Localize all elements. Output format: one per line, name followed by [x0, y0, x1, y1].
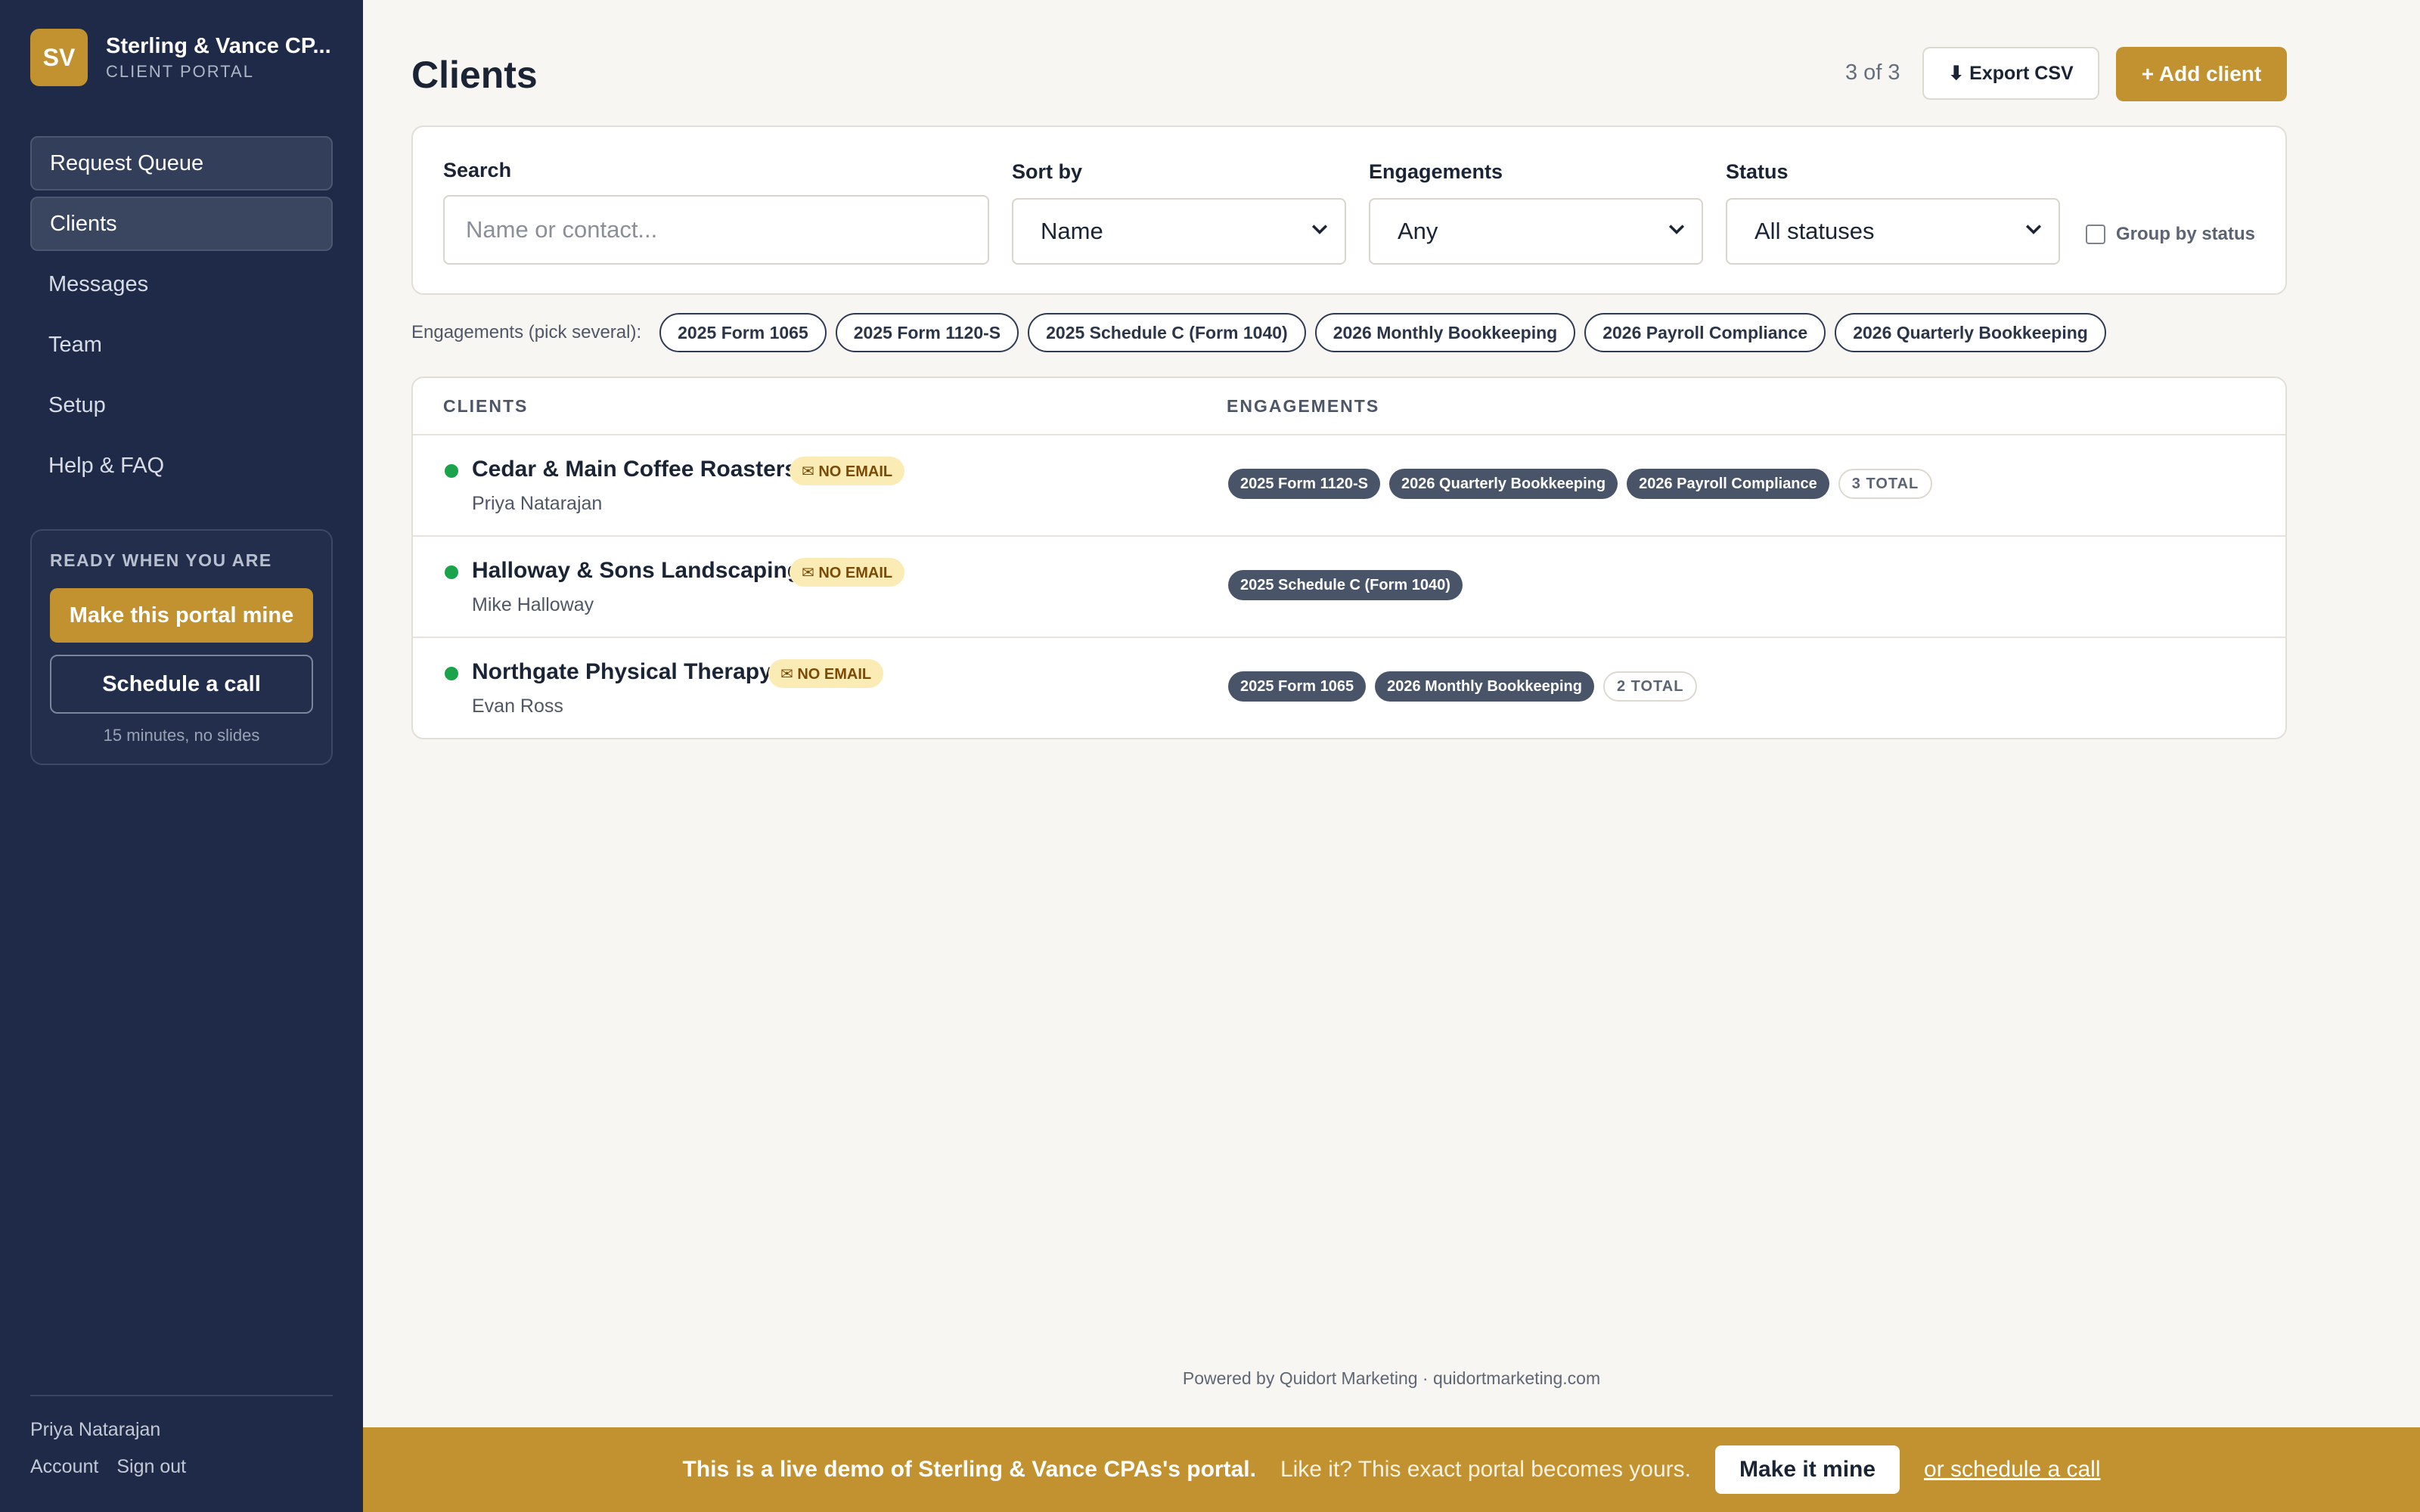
- engagement-tag: 2026 Payroll Compliance: [1627, 469, 1829, 499]
- client-contact: Evan Ross: [472, 696, 563, 717]
- cta-card: READY WHEN YOU ARE Make this portal mine…: [30, 529, 333, 765]
- engagement-filter-chips: Engagements (pick several): 2025 Form 10…: [411, 313, 2106, 352]
- client-name[interactable]: Cedar & Main Coffee Roasters: [472, 457, 797, 482]
- brand-subtitle: CLIENT PORTAL: [106, 61, 254, 81]
- column-header-engagements[interactable]: ENGAGEMENTS: [1227, 396, 1379, 417]
- engagement-chips-label: Engagements (pick several):: [411, 322, 642, 342]
- engagement-chip[interactable]: 2025 Schedule C (Form 1040): [1028, 313, 1306, 352]
- sidebar-item-setup[interactable]: Setup: [30, 378, 333, 432]
- table-row[interactable]: Cedar & Main Coffee Roasters ✉ NO EMAIL …: [413, 435, 2285, 535]
- engagement-tags: 2025 Schedule C (Form 1040): [1228, 570, 1472, 600]
- make-portal-mine-button[interactable]: Make this portal mine: [50, 588, 313, 643]
- no-email-badge: ✉ NO EMAIL: [768, 659, 884, 688]
- no-email-badge: ✉ NO EMAIL: [790, 457, 905, 485]
- chevron-down-icon: [2025, 221, 2042, 242]
- chevron-down-icon: [1311, 221, 1328, 242]
- status-dot-active: [445, 565, 458, 579]
- current-user-name: Priya Natarajan: [30, 1419, 161, 1440]
- engagement-chip[interactable]: 2025 Form 1120-S: [835, 313, 1019, 352]
- status-dot-active: [445, 464, 458, 478]
- engagement-chip[interactable]: 2025 Form 1065: [659, 313, 827, 352]
- sidebar: SV Sterling & Vance CP... CLIENT PORTAL …: [0, 0, 363, 1512]
- account-link[interactable]: Account: [30, 1456, 98, 1478]
- engagements-label: Engagements: [1369, 160, 1503, 183]
- powered-by[interactable]: Powered by Quidort Marketing · quidortma…: [363, 1368, 2420, 1389]
- export-csv-button[interactable]: ⬇ Export CSV: [1922, 47, 2099, 100]
- cta-title: READY WHEN YOU ARE: [50, 550, 272, 570]
- engagements-select-value: Any: [1398, 218, 1438, 244]
- banner-headline: This is a live demo of Sterling & Vance …: [682, 1457, 1256, 1482]
- engagement-chip[interactable]: 2026 Quarterly Bookkeeping: [1835, 313, 2106, 352]
- group-by-status-checkbox[interactable]: [2086, 225, 2105, 244]
- brand-name: Sterling & Vance CP...: [106, 33, 331, 58]
- engagement-tag: 2025 Form 1065: [1228, 671, 1367, 702]
- sort-select-value: Name: [1041, 218, 1103, 244]
- add-client-button[interactable]: + Add client: [2116, 47, 2287, 101]
- sidebar-item-help-faq[interactable]: Help & FAQ: [30, 438, 333, 493]
- engagements-select[interactable]: Any: [1369, 198, 1703, 265]
- engagement-chip[interactable]: 2026 Monthly Bookkeeping: [1314, 313, 1576, 352]
- group-by-status-toggle[interactable]: Group by status: [2086, 224, 2255, 245]
- search-label: Search: [443, 159, 512, 181]
- status-select-value: All statuses: [1754, 218, 1875, 244]
- sidebar-item-clients[interactable]: Clients: [30, 197, 333, 251]
- client-name[interactable]: Northgate Physical Therapy: [472, 659, 772, 685]
- engagement-tags: 2025 Form 1120-S 2026 Quarterly Bookkeep…: [1228, 469, 1933, 499]
- brand-text: Sterling & Vance CP... CLIENT PORTAL: [106, 34, 348, 82]
- table-row[interactable]: Northgate Physical Therapy ✉ NO EMAIL Ev…: [413, 638, 2285, 738]
- engagement-tag: 2026 Monthly Bookkeeping: [1375, 671, 1594, 702]
- chevron-down-icon: [1668, 221, 1685, 242]
- schedule-call-button[interactable]: Schedule a call: [50, 655, 313, 714]
- clients-table: Cedar & Main Coffee Roasters ✉ NO EMAIL …: [411, 376, 2287, 739]
- group-by-status-label: Group by status: [2116, 224, 2256, 244]
- client-name[interactable]: Halloway & Sons Landscaping: [472, 558, 801, 584]
- status-dot-active: [445, 667, 458, 680]
- table-row[interactable]: Halloway & Sons Landscaping ✉ NO EMAIL M…: [413, 537, 2285, 637]
- sidebar-item-messages[interactable]: Messages: [30, 257, 333, 311]
- make-it-mine-button[interactable]: Make it mine: [1714, 1445, 1900, 1494]
- client-contact: Priya Natarajan: [472, 493, 603, 514]
- engagement-tag: 2026 Quarterly Bookkeeping: [1389, 469, 1618, 499]
- demo-banner: This is a live demo of Sterling & Vance …: [363, 1427, 2420, 1512]
- engagement-tag: 2025 Schedule C (Form 1040): [1228, 570, 1463, 600]
- sidebar-item-team[interactable]: Team: [30, 318, 333, 372]
- column-header-clients[interactable]: CLIENTS: [443, 396, 528, 417]
- search-input[interactable]: [443, 195, 989, 265]
- no-email-badge: ✉ NO EMAIL: [790, 558, 905, 587]
- engagement-total-badge: 3 TOTAL: [1838, 469, 1933, 499]
- engagement-total-badge: 2 TOTAL: [1602, 671, 1698, 702]
- brand[interactable]: SV Sterling & Vance CP... CLIENT PORTAL: [30, 29, 348, 86]
- account-links: Account Sign out: [30, 1456, 333, 1478]
- banner-subtext: Like it? This exact portal becomes yours…: [1280, 1457, 1691, 1482]
- engagement-chip[interactable]: 2026 Payroll Compliance: [1584, 313, 1826, 352]
- page-title: Clients: [411, 54, 538, 96]
- sort-select[interactable]: Name: [1012, 198, 1346, 265]
- sort-label: Sort by: [1012, 160, 1083, 183]
- status-select[interactable]: All statuses: [1726, 198, 2060, 265]
- sidebar-nav: Request Queue Clients Messages Team Setu…: [30, 136, 333, 499]
- filter-panel: Search Sort by Name Engagements Any Stat…: [411, 125, 2287, 295]
- sign-out-link[interactable]: Sign out: [116, 1456, 186, 1478]
- cta-note: 15 minutes, no slides: [103, 726, 260, 745]
- schedule-call-link[interactable]: or schedule a call: [1924, 1457, 2100, 1483]
- engagement-tag: 2025 Form 1120-S: [1228, 469, 1380, 499]
- sidebar-footer: Priya Natarajan Account Sign out: [30, 1395, 333, 1478]
- status-label: Status: [1726, 160, 1789, 183]
- client-contact: Mike Halloway: [472, 594, 594, 615]
- sidebar-item-request-queue[interactable]: Request Queue: [30, 136, 333, 191]
- brand-logo: SV: [30, 29, 88, 86]
- result-count: 3 of 3: [1845, 60, 1900, 85]
- engagement-tags: 2025 Form 1065 2026 Monthly Bookkeeping …: [1228, 671, 1698, 702]
